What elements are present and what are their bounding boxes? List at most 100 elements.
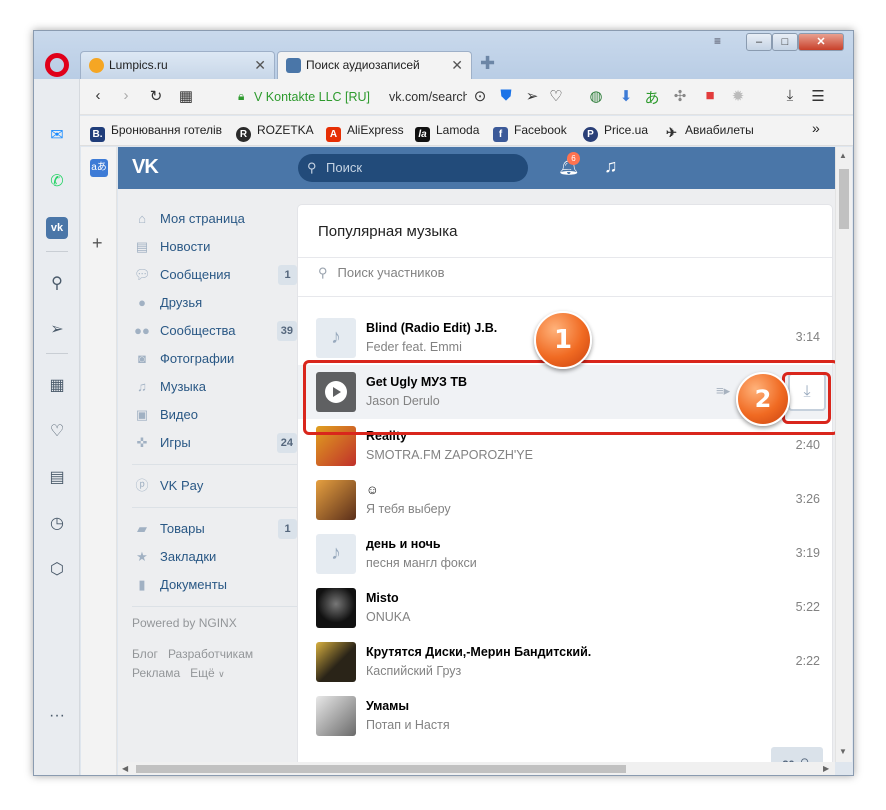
- translate-extension-icon[interactable]: あ: [642, 87, 662, 108]
- nav-friends[interactable]: ● Друзья: [132, 289, 297, 317]
- opera-logo-icon[interactable]: [45, 53, 69, 77]
- tab-vk-search[interactable]: Поиск аудиозаписей ✕: [277, 51, 472, 79]
- new-tab-icon[interactable]: ✚: [480, 53, 495, 74]
- friends-count-button[interactable]: 20 👤︎: [771, 747, 823, 762]
- bookmark-heart-icon[interactable]: ♡: [546, 87, 566, 105]
- tab-lumpics[interactable]: Lumpics.ru ✕: [80, 51, 275, 79]
- track-artist[interactable]: SMOTRA.FM ZAPOROZH'YE: [366, 448, 533, 462]
- scroll-down-icon[interactable]: ▼: [839, 747, 847, 756]
- bookmark-facebook[interactable]: f Facebook: [493, 123, 567, 142]
- site-identity[interactable]: V Kontakte LLC [RU]: [254, 90, 370, 104]
- track-row[interactable]: Умамы Потап и Настя: [298, 689, 832, 743]
- download-extension-icon[interactable]: ⬇: [616, 87, 636, 105]
- bookmark-price[interactable]: P Price.ua: [583, 123, 648, 142]
- nav-groups[interactable]: ●● Сообщества 39: [132, 317, 297, 345]
- nav-messages[interactable]: 💬︎ Сообщения 1: [132, 261, 297, 289]
- track-artist[interactable]: Я тебя выберу: [366, 502, 451, 516]
- scrollbar-thumb[interactable]: [136, 765, 626, 773]
- bookmark-rozetka[interactable]: R ROZETKA: [236, 123, 314, 142]
- vk-logo-icon[interactable]: VK: [132, 156, 159, 179]
- notifications-bell-icon[interactable]: 🔔︎ 6: [558, 152, 580, 177]
- footer-links: Блог Разработчикам: [132, 645, 297, 664]
- send-page-icon[interactable]: ➢: [522, 87, 542, 105]
- close-tab-icon[interactable]: ✕: [254, 52, 266, 78]
- vk-sidebar-icon[interactable]: vk: [46, 217, 68, 239]
- messenger-icon[interactable]: ✉: [46, 125, 68, 147]
- vpn-shield-icon[interactable]: ⛊: [496, 87, 516, 104]
- track-artist[interactable]: Потап и Настя: [366, 718, 450, 732]
- bookmark-aliexpress[interactable]: A AliExpress: [326, 123, 404, 142]
- red-extension-icon[interactable]: ■: [700, 87, 720, 104]
- vertical-scrollbar[interactable]: ▲ ▼: [835, 147, 852, 762]
- news-icon[interactable]: ▤: [46, 467, 68, 489]
- nav-bookmarks[interactable]: ★ Закладки: [132, 543, 297, 571]
- nav-my-page[interactable]: ⌂ Моя страница: [132, 205, 297, 233]
- back-icon[interactable]: ‹: [88, 87, 108, 104]
- bookmark-lamoda[interactable]: la Lamoda: [415, 123, 479, 142]
- track-artist[interactable]: Feder feat. Emmi: [366, 340, 462, 354]
- track-row[interactable]: ☺ Я тебя выберу 3:26: [298, 473, 832, 527]
- send-icon[interactable]: ➢: [46, 319, 68, 341]
- nav-goods[interactable]: ▰ Товары 1: [132, 515, 297, 543]
- history-icon[interactable]: ◷: [46, 513, 68, 535]
- horizontal-scrollbar[interactable]: ◀ ▶: [118, 762, 835, 775]
- add-panel-icon[interactable]: +: [92, 233, 103, 254]
- translate-icon[interactable]: aあ: [90, 159, 108, 177]
- tabs-grid-icon[interactable]: ▦: [176, 87, 196, 105]
- track-artist[interactable]: песня мангл фокси: [366, 556, 477, 570]
- close-tab-icon[interactable]: ✕: [451, 52, 463, 78]
- news-icon: ▤: [135, 239, 149, 254]
- scroll-left-icon[interactable]: ◀: [122, 764, 128, 773]
- maximize-button[interactable]: □: [772, 33, 798, 51]
- nav-photos[interactable]: ◙ Фотографии: [132, 345, 297, 373]
- heart-icon[interactable]: ♡: [46, 421, 68, 443]
- address-input[interactable]: vk.com/search?c: [389, 90, 467, 104]
- track-row[interactable]: ♪ день и ночь песня мангл фокси 3:19: [298, 527, 832, 581]
- nav-documents[interactable]: ▮ Документы: [132, 571, 297, 599]
- track-cover-image[interactable]: [316, 696, 356, 736]
- snapshot-icon[interactable]: ⊙: [470, 87, 490, 105]
- whatsapp-icon[interactable]: ✆: [46, 171, 68, 193]
- track-cover[interactable]: ♪: [316, 534, 356, 574]
- footer-dev-link[interactable]: Разработчикам: [168, 647, 253, 661]
- scroll-right-icon[interactable]: ▶: [823, 764, 829, 773]
- track-artist[interactable]: ONUKA: [366, 610, 410, 624]
- bookmark-booking[interactable]: B. Бронювання готелів: [90, 123, 222, 142]
- reload-icon[interactable]: ↻: [146, 87, 166, 105]
- music-player-icon[interactable]: ♫: [604, 156, 618, 177]
- nav-music[interactable]: ♫ Музыка: [132, 373, 297, 401]
- footer-blog-link[interactable]: Блог: [132, 647, 158, 661]
- footer-more-link[interactable]: Ещё: [190, 666, 215, 680]
- forward-icon[interactable]: ›: [116, 87, 136, 104]
- seo-extension-icon[interactable]: ◍: [586, 87, 606, 105]
- more-icon[interactable]: ···: [46, 705, 68, 727]
- members-search-input[interactable]: ⚲ Поиск участников: [318, 265, 445, 281]
- nav-vkpay[interactable]: ⓟ VK Pay: [132, 472, 297, 500]
- nav-video[interactable]: ▣ Видео: [132, 401, 297, 429]
- track-row[interactable]: Misto ONUKA 5:22: [298, 581, 832, 635]
- downloads-icon[interactable]: ⤓: [780, 87, 800, 104]
- vk-search-input[interactable]: ⚲ Поиск: [298, 154, 528, 182]
- track-row[interactable]: Крутятся Диски,-Мерин Бандитский. Каспий…: [298, 635, 832, 689]
- bookmarks-overflow-icon[interactable]: »: [812, 120, 820, 136]
- search-icon[interactable]: ⚲: [46, 273, 68, 295]
- gray-extension-icon[interactable]: ✹: [728, 87, 748, 105]
- speed-dial-icon[interactable]: ▦: [46, 375, 68, 397]
- tab-menu-icon[interactable]: ≡: [714, 34, 721, 48]
- scrollbar-thumb[interactable]: [839, 169, 849, 229]
- track-cover-image[interactable]: [316, 480, 356, 520]
- scroll-up-icon[interactable]: ▲: [839, 151, 847, 160]
- track-artist[interactable]: Каспийский Груз: [366, 664, 461, 678]
- footer-ads-link[interactable]: Реклама: [132, 666, 180, 680]
- track-cover-image[interactable]: [316, 588, 356, 628]
- extensions-icon[interactable]: ⬡: [46, 559, 68, 581]
- close-window-button[interactable]: ✕: [798, 33, 844, 51]
- track-cover[interactable]: ♪: [316, 318, 356, 358]
- track-cover-image[interactable]: [316, 642, 356, 682]
- minimize-button[interactable]: –: [746, 33, 772, 51]
- nav-news[interactable]: ▤ Новости: [132, 233, 297, 261]
- easy-setup-icon[interactable]: ☰: [808, 87, 828, 105]
- bookmark-aviabilety[interactable]: ✈ Авиабилеты: [664, 123, 754, 140]
- nav-games[interactable]: ✜ Игры 24: [132, 429, 297, 457]
- puzzle-extension-icon[interactable]: ✣: [670, 87, 690, 105]
